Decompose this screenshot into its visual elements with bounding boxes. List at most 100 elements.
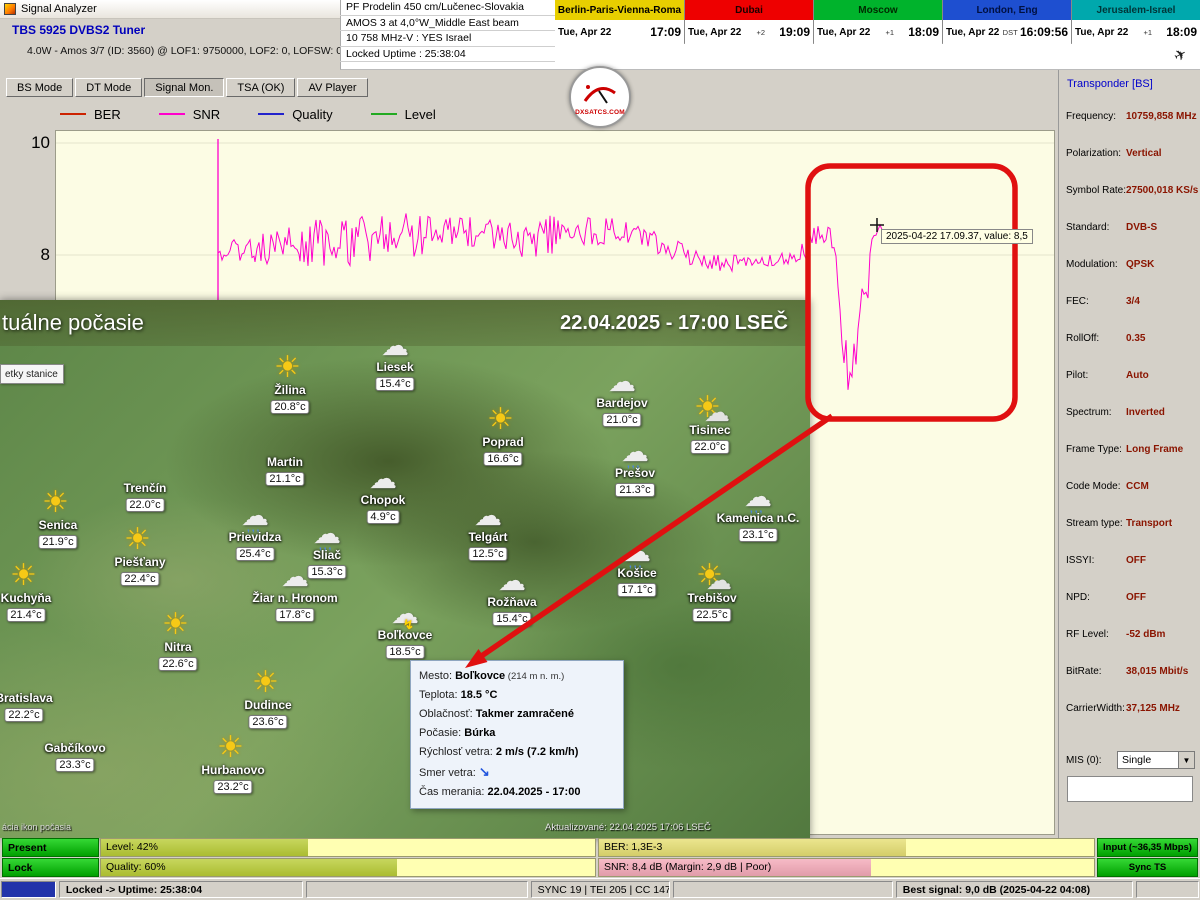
- feed-info-line: 10 758 MHz-V : YES Israel: [340, 31, 555, 47]
- transponder-value: Transport: [1126, 518, 1172, 529]
- popup-line: Rýchlosť vetra: 2 m/s (7.2 km/h): [419, 743, 615, 762]
- weather-map: tuálne počasie 22.04.2025 - 17:00 LSEČ e…: [0, 300, 810, 838]
- city-marker[interactable]: Martin21.1°c: [265, 455, 304, 487]
- city-marker[interactable]: ☁Telgárt12.5°c: [468, 530, 507, 562]
- weather-sun-icon: ☀: [36, 488, 80, 518]
- sun-glyph: ☀: [487, 405, 514, 435]
- world-clock: London, EngTue, Apr 22DST16:09:56: [942, 0, 1071, 43]
- city-marker[interactable]: ☁,,,Košice17.1°c: [617, 566, 656, 598]
- city-marker[interactable]: ☀Dudince23.6°c: [244, 698, 291, 730]
- transponder-label: CarrierWidth:: [1066, 703, 1125, 714]
- all-stations-button[interactable]: etky stanice: [0, 364, 64, 384]
- device-title: TBS 5925 DVBS2 Tuner: [12, 23, 145, 37]
- transponder-row: BitRate:38,015 Mbit/s: [1066, 661, 1198, 698]
- world-clock: Berlin-Paris-Vienna-RomaTue, Apr 2217:09: [555, 0, 684, 43]
- transponder-label: Standard:: [1066, 222, 1109, 233]
- tab-av-player[interactable]: AV Player: [297, 78, 367, 97]
- weather-rain-icon: ☁,,,: [233, 500, 277, 530]
- city-temperature: 21.9°c: [38, 535, 77, 549]
- city-marker[interactable]: ☁↯Boľkovce18.5°c: [378, 628, 433, 660]
- dxsatcs-logo: DXSATCS.COM: [569, 66, 631, 128]
- signal-status-bars: PresentLevel: 42%BER: 1,3E-3Input (~36,3…: [0, 838, 1200, 878]
- transponder-value: Long Frame: [1126, 444, 1183, 455]
- map-updated-text: Aktualizované: 22.04.2025 17:06 LSEČ: [545, 822, 711, 833]
- world-clock: Jerusalem-IsraelTue, Apr 22+118:09: [1071, 0, 1200, 43]
- weather-title: tuálne počasie: [2, 310, 144, 336]
- city-marker[interactable]: ☀Hurbanovo23.2°c: [201, 763, 264, 795]
- popup-line: Čas merania: 22.04.2025 - 17:00: [419, 783, 615, 802]
- clock-offset: +2: [757, 28, 766, 37]
- transponder-row: Modulation:QPSK: [1066, 254, 1198, 291]
- city-temperature: 15.4°c: [375, 377, 414, 391]
- statusbar-segment: Locked -> Uptime: 25:38:04: [59, 881, 303, 898]
- weather-sun-icon: ☀: [4, 561, 48, 591]
- city-name: Telgárt: [468, 530, 507, 544]
- sync-ts-box: Sync TS: [1097, 858, 1198, 877]
- transponder-panel: Transponder [BS] Frequency:10759,858 MHz…: [1058, 70, 1200, 838]
- city-marker[interactable]: ☀☁Trebišov22.5°c: [687, 591, 736, 623]
- city-marker[interactable]: ☀☁Tisinec22.0°c: [689, 423, 730, 455]
- city-marker[interactable]: ☁,,,Prievidza25.4°c: [229, 530, 282, 562]
- transponder-row: Stream type:Transport: [1066, 513, 1198, 550]
- chart-y-tick: 8: [24, 245, 50, 265]
- statusbar-segment: [306, 881, 527, 898]
- transponder-row: ISSYI:OFF: [1066, 550, 1198, 587]
- city-name: Trebišov: [687, 591, 736, 605]
- transponder-label: Spectrum:: [1066, 407, 1112, 418]
- statusbar-segment: [1136, 881, 1199, 898]
- city-marker[interactable]: ☀Kuchyňa21.4°c: [1, 591, 52, 623]
- clock-city-label: Moscow: [814, 0, 942, 20]
- city-temperature: 22.4°c: [120, 572, 159, 586]
- statusbar-segment: SYNC 19 | TEI 205 | CC 1477: [531, 881, 671, 898]
- clock-date: Tue, Apr 22: [1075, 27, 1128, 38]
- clock-date: Tue, Apr 22: [688, 27, 741, 38]
- city-marker[interactable]: ☁Rožňava15.4°c: [487, 595, 536, 627]
- clock-time-row: Tue, Apr 2217:09: [555, 20, 684, 44]
- sun-glyph: ☀: [124, 525, 151, 555]
- city-marker[interactable]: ☀Poprad16.6°c: [482, 435, 523, 467]
- transponder-row: RollOff:0.35: [1066, 328, 1198, 365]
- city-name: Bratislava: [0, 691, 53, 705]
- city-marker[interactable]: ☀Žilina20.8°c: [270, 383, 309, 415]
- transponder-rows: Frequency:10759,858 MHzPolarization:Vert…: [1066, 106, 1198, 735]
- city-marker[interactable]: Gabčíkovo23.3°c: [44, 741, 105, 773]
- city-temperature: 22.6°c: [158, 657, 197, 671]
- icon-legend-link[interactable]: ácia ikon počasia: [2, 822, 71, 832]
- popup-label: Rýchlosť vetra:: [419, 746, 496, 758]
- city-marker[interactable]: Trenčín22.0°c: [124, 481, 167, 513]
- transponder-value: Vertical: [1126, 148, 1162, 159]
- city-marker[interactable]: ☀Piešťany22.4°c: [114, 555, 165, 587]
- tab-bs-mode[interactable]: BS Mode: [6, 78, 73, 97]
- transponder-row: RF Level:-52 dBm: [1066, 624, 1198, 661]
- city-marker[interactable]: ☁,,,Kamenica n.C.23.1°c: [717, 511, 800, 543]
- city-marker[interactable]: ☁Bardejov21.0°c: [596, 396, 647, 428]
- tab-dt-mode[interactable]: DT Mode: [75, 78, 142, 97]
- feed-info-block: PF Prodelin 450 cm/Lučenec-SlovakiaAMOS …: [340, 0, 555, 64]
- quality-bar: Quality: 60%: [100, 858, 596, 877]
- clock-city-label: Berlin-Paris-Vienna-Roma: [555, 0, 684, 20]
- chevron-down-icon[interactable]: ▼: [1178, 752, 1194, 768]
- city-marker[interactable]: ☁,,,Sliač15.3°c: [307, 548, 346, 580]
- clock-city-label: Jerusalem-Israel: [1072, 0, 1200, 20]
- city-marker[interactable]: ☀Senica21.9°c: [38, 518, 77, 550]
- tab-signal-mon-[interactable]: Signal Mon.: [144, 78, 224, 97]
- transponder-row: Standard:DVB-S: [1066, 217, 1198, 254]
- level-bar: Level: 42%: [100, 838, 596, 857]
- tab-tsa-ok-[interactable]: TSA (OK): [226, 78, 295, 97]
- city-marker[interactable]: ☀Nitra22.6°c: [158, 640, 197, 672]
- city-marker[interactable]: ☁Žiar n. Hronom17.8°c: [252, 591, 337, 623]
- transponder-row: Frame Type:Long Frame: [1066, 439, 1198, 476]
- clock-date: Tue, Apr 22: [558, 27, 611, 38]
- city-marker[interactable]: ☁Chopok4.9°c: [361, 493, 406, 525]
- popup-line: Mesto: Boľkovce (214 m n. m.): [419, 667, 615, 686]
- clock-time-row: Tue, Apr 22+219:09: [685, 20, 813, 44]
- level-bar-label: Level: 42%: [106, 841, 158, 853]
- city-marker[interactable]: Bratislava22.2°c: [0, 691, 53, 723]
- city-marker[interactable]: ☁,,,Prešov21.3°c: [615, 466, 655, 498]
- transponder-value: 27500,018 KS/s: [1126, 185, 1198, 196]
- transponder-label: Stream type:: [1066, 518, 1123, 529]
- transponder-label: NPD:: [1066, 592, 1090, 603]
- city-marker[interactable]: ☁Liesek15.4°c: [375, 360, 414, 392]
- status-bar: Locked -> Uptime: 25:38:04 SYNC 19 | TEI …: [0, 878, 1200, 900]
- mis-dropdown[interactable]: Single ▼: [1117, 751, 1195, 769]
